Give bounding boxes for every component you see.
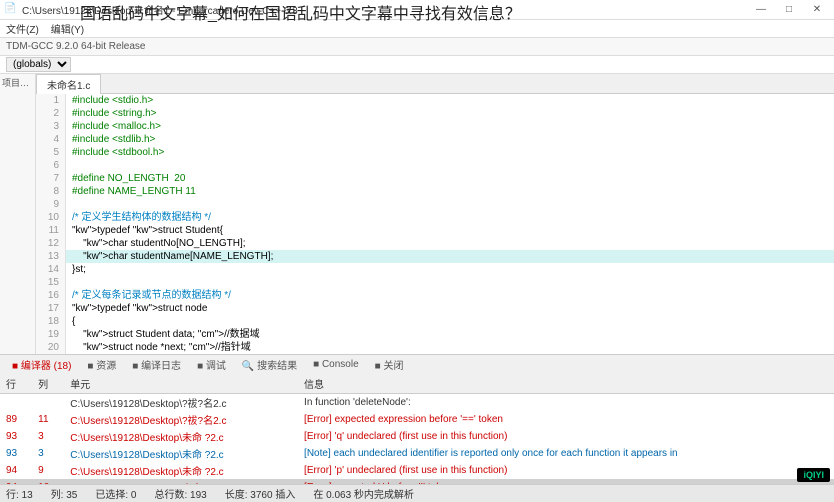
tab-search[interactable]: 🔍 搜索结果 [236,356,303,373]
error-row[interactable]: 933C:\Users\19128\Desktop\未命 ?2.c[Note] … [0,445,834,462]
compiler-output[interactable]: 行 列 单元 信息 C:\Users\19128\Desktop\?祓?名2.c… [0,374,834,484]
globals-dropdown[interactable]: (globals) [6,57,71,72]
menu-file[interactable]: 文件(Z) [6,21,39,36]
code-line[interactable]: 6 [36,159,834,172]
code-line[interactable]: 11"kw">typedef "kw">struct Student{ [36,224,834,237]
col-line[interactable]: 行 [0,374,32,394]
app-icon: 📄 [4,3,18,17]
status-line: 行: 13 [6,486,33,501]
tab-console[interactable]: ■ Console [307,358,365,371]
code-line[interactable]: 9 [36,198,834,211]
project-sidebar-label[interactable]: 项目… [2,78,29,88]
code-line[interactable]: 1#include <stdio.h> [36,94,834,107]
watermark-logo: iQIYI [797,468,830,482]
status-len: 长度: 3760 插入 [225,486,296,501]
error-row[interactable]: C:\Users\19128\Desktop\?祓?名2.cIn functio… [0,394,834,412]
tab-resource[interactable]: ■ 资源 [81,356,122,373]
col-unit[interactable]: 单元 [64,374,298,394]
code-line[interactable]: 15 [36,276,834,289]
project-sidebar: 项目… [0,74,36,354]
code-line[interactable]: 2#include <string.h> [36,107,834,120]
code-line[interactable]: 8#define NAME_LENGTH 11 [36,185,834,198]
error-row[interactable]: 933C:\Users\19128\Desktop\未命 ?2.c[Error]… [0,428,834,445]
code-line[interactable]: 20 "kw">struct node *next; "cm">//指针域 [36,341,834,354]
editor-tabs: 未命名1.c [36,74,834,94]
code-line[interactable]: 4#include <stdlib.h> [36,133,834,146]
compiler-config-bar: TDM-GCC 9.2.0 64-bit Release [0,38,834,56]
col-msg[interactable]: 信息 [298,374,834,394]
minimize-button[interactable]: — [748,2,774,18]
code-line[interactable]: 16/* 定义每条记录或节点的数据结构 */ [36,289,834,302]
tab-file[interactable]: 未命名1.c [36,74,101,94]
tab-debug[interactable]: ■ 调试 [191,356,232,373]
window-title: C:\Users\19128\Desktop\未命名1 - Embarcader… [22,2,748,17]
code-line[interactable]: 12 "kw">char studentNo[NO_LENGTH]; [36,237,834,250]
tab-close[interactable]: ■ 关闭 [369,356,410,373]
code-line[interactable]: 3#include <malloc.h> [36,120,834,133]
tab-compilelog[interactable]: ■ 编译日志 [126,356,187,373]
output-tabs: ■ 编译器 (18) ■ 资源 ■ 编译日志 ■ 调试 🔍 搜索结果 ■ Con… [0,354,834,374]
title-bar: 📄 C:\Users\19128\Desktop\未命名1 - Embarcad… [0,0,834,20]
scope-selector-bar: (globals) [0,56,834,74]
menu-edit[interactable]: 编辑(Y) [51,21,84,36]
error-row[interactable]: 8911C:\Users\19128\Desktop\?祓?名2.c[Error… [0,411,834,428]
tab-compiler[interactable]: ■ 编译器 (18) [6,356,77,373]
maximize-button[interactable]: □ [776,2,802,18]
status-done: 在 0.063 秒内完成解析 [313,486,414,501]
status-col: 列: 35 [51,486,78,501]
error-row[interactable]: 949C:\Users\19128\Desktop\未命 ?2.c[Error]… [0,462,834,479]
code-line[interactable]: 17"kw">typedef "kw">struct node [36,302,834,315]
compiler-config-label: TDM-GCC 9.2.0 64-bit Release [6,41,146,52]
status-total: 总行数: 193 [155,486,207,501]
code-line[interactable]: 5#include <stdbool.h> [36,146,834,159]
code-line[interactable]: 10/* 定义学生结构体的数据结构 */ [36,211,834,224]
status-bar: 行: 13 列: 35 已选择: 0 总行数: 193 长度: 3760 插入 … [0,484,834,502]
col-col[interactable]: 列 [32,374,64,394]
menu-bar: 文件(Z) 编辑(Y) [0,20,834,38]
code-line[interactable]: 18{ [36,315,834,328]
code-line[interactable]: 13 "kw">char studentName[NAME_LENGTH]; [36,250,834,263]
code-editor[interactable]: 1#include <stdio.h>2#include <string.h>3… [36,94,834,354]
code-line[interactable]: 14}st; [36,263,834,276]
status-sel: 已选择: 0 [95,486,136,501]
code-line[interactable]: 7#define NO_LENGTH 20 [36,172,834,185]
code-line[interactable]: 19 "kw">struct Student data; "cm">//数据域 [36,328,834,341]
close-button[interactable]: ✕ [804,2,830,18]
